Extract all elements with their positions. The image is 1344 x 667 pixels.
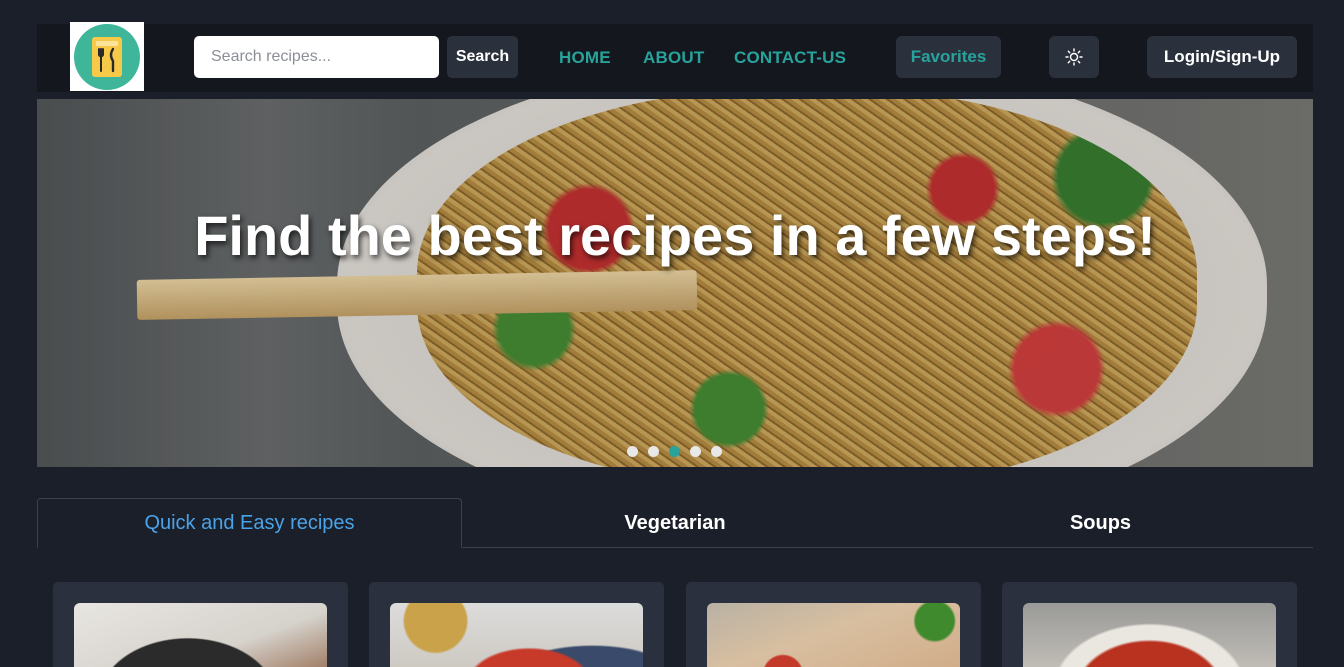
recipe-card[interactable] [53,582,348,667]
carousel-dot-1[interactable] [627,446,638,457]
hero-title: Find the best recipes in a few steps! [194,204,1156,267]
nav-link-home[interactable]: HOME [559,48,611,68]
sun-icon [1065,48,1083,66]
recipe-card[interactable] [686,582,981,667]
site-logo[interactable] [70,22,144,91]
favorites-button[interactable]: Favorites [896,36,1001,78]
recipe-category-tabs: Quick and Easy recipes Vegetarian Soups [37,498,1313,548]
recipe-card[interactable] [369,582,664,667]
carousel-dot-2[interactable] [648,446,659,457]
cutlery-icon [74,23,140,90]
carousel-dot-4[interactable] [690,446,701,457]
search-button[interactable]: Search [447,36,518,78]
recipe-card-image [74,603,327,667]
hero-carousel: Find the best recipes in a few steps! [37,99,1313,467]
theme-toggle-button[interactable] [1049,36,1099,78]
recipe-card[interactable] [1002,582,1297,667]
search-input[interactable] [194,36,439,78]
login-signup-button[interactable]: Login/Sign-Up [1147,36,1297,78]
nav-link-about[interactable]: ABOUT [643,48,704,68]
nav-link-contact-us[interactable]: CONTACT-US [734,48,846,68]
navbar: Search HOME ABOUT CONTACT-US Favorites L… [37,22,1313,92]
recipe-card-image [1023,603,1276,667]
carousel-dot-5[interactable] [711,446,722,457]
tab-soups[interactable]: Soups [888,498,1313,548]
recipe-card-image [390,603,643,667]
recipe-card-image [707,603,960,667]
carousel-indicators [627,446,722,457]
tab-vegetarian[interactable]: Vegetarian [462,498,888,548]
carousel-dot-3[interactable] [669,446,680,457]
tab-quick-and-easy[interactable]: Quick and Easy recipes [37,498,462,548]
